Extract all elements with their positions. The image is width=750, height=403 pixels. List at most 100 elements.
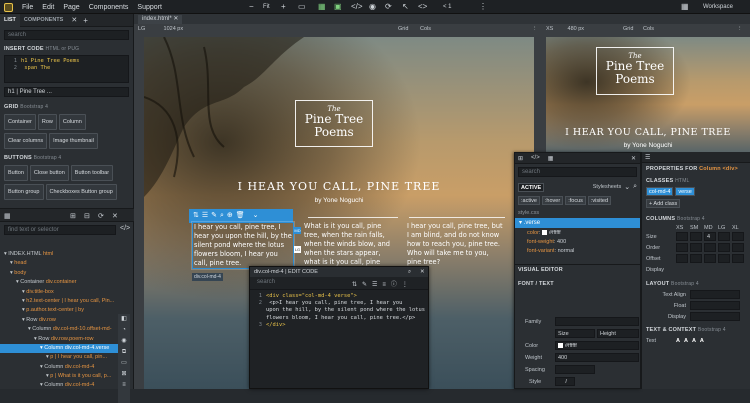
prop-color[interactable]: color: #ffffff <box>527 229 640 238</box>
size-lg[interactable] <box>718 232 730 241</box>
file-tab-close-icon[interactable]: ✕ <box>173 16 178 22</box>
code-editor[interactable]: 1 <div class="col-md-4 verse"> 2 <p>I hea… <box>250 290 428 332</box>
menu-edit[interactable]: Edit <box>42 4 54 11</box>
prop-font-variant[interactable]: font-variant: normal <box>527 247 640 256</box>
refresh-icon[interactable]: ⟳ <box>385 2 392 12</box>
state-hover[interactable]: :hover <box>541 196 564 205</box>
close-tab-icon[interactable]: ✕ <box>71 16 77 24</box>
offset-md[interactable] <box>704 254 716 263</box>
resize-handle-lg[interactable]: LG <box>294 246 301 253</box>
order-xs[interactable] <box>676 243 688 252</box>
size-xs[interactable] <box>676 232 688 241</box>
tree-item[interactable]: ▾ p | What is it you call, p... <box>0 372 118 381</box>
code-search-input[interactable]: search <box>254 278 344 288</box>
text-style-icons[interactable]: AAAA <box>676 338 708 344</box>
tool-copy-icon[interactable]: ⧉ <box>118 347 130 358</box>
tree-item[interactable]: ▾ Container div.container <box>0 278 118 287</box>
state-visited[interactable]: :visited <box>587 196 612 205</box>
style-tab-layout-icon[interactable]: ⊞ <box>518 155 523 162</box>
add-class-button[interactable]: + Add class <box>646 199 681 208</box>
offset-xl[interactable] <box>732 254 744 263</box>
code-tools-icons[interactable]: ⇅✎☰≡ⓘ⋮ <box>352 279 413 288</box>
tree-menu-icon[interactable]: ▦ <box>4 212 11 220</box>
insert-code-snippet[interactable]: h1 | Pine Tree ... <box>4 87 129 97</box>
workspace-label[interactable]: Workspace <box>703 2 733 12</box>
float-field[interactable] <box>690 301 740 310</box>
style-search-icon[interactable]: ⌕ <box>633 183 637 191</box>
button-group-button[interactable]: Button group <box>4 184 44 200</box>
tool-delete-icon[interactable]: ⊠ <box>118 369 130 380</box>
order-xl[interactable] <box>732 243 744 252</box>
tree-search-input[interactable]: find text or selector <box>4 225 116 235</box>
insert-code-editor[interactable]: 1 h1 Pine Tree Poems 2 span The <box>4 55 129 83</box>
class-col-md-4[interactable]: col-md-4 <box>646 187 674 196</box>
tree-collapse-icon[interactable]: ⊟ <box>84 212 90 220</box>
zoom-level[interactable]: Fit <box>263 2 270 12</box>
verse-1[interactable]: I hear you call, pine tree, I hear you u… <box>191 221 295 270</box>
size-md[interactable]: 4 <box>704 232 716 241</box>
tree-item[interactable]: ▾ h2.text-center | I hear you call, Pin.… <box>0 297 118 306</box>
lg-view-menu-icon[interactable]: ⋮ <box>532 26 538 35</box>
add-tab-icon[interactable]: + <box>83 16 88 25</box>
tool-more-icon[interactable]: ≡ <box>118 380 130 391</box>
tree-item[interactable]: ▾ Row div.row <box>0 316 118 325</box>
prop-font-weight[interactable]: font-weight: 400 <box>527 238 640 247</box>
tree-item[interactable]: ▾ INDEX.HTML html <box>0 250 118 259</box>
color-field[interactable]: #ffffff <box>555 341 639 350</box>
workspace-icon[interactable]: ▦ <box>681 2 689 12</box>
image-thumbnail-button[interactable]: Image thumbnail <box>49 133 98 149</box>
tree-item[interactable]: ▾ p | I hear you call, pin... <box>0 353 118 362</box>
close-button-button[interactable]: Close button <box>29 165 69 181</box>
menu-page[interactable]: Page <box>63 4 79 11</box>
tool-lock-icon[interactable]: ◔ <box>118 325 130 336</box>
tree-select-icon[interactable]: ⊞ <box>70 212 76 220</box>
state-focus[interactable]: :focus <box>565 196 586 205</box>
button-button[interactable]: Button <box>4 165 28 181</box>
stylesheets-dropdown-icon[interactable]: ⌄ <box>624 183 630 191</box>
text-align-field[interactable] <box>690 290 740 299</box>
resize-handle-md[interactable]: MD <box>294 227 301 234</box>
props-menu-icon[interactable]: ☰ <box>645 154 650 161</box>
size-field[interactable]: Size <box>555 329 595 338</box>
tab-list[interactable]: LIST <box>0 13 20 27</box>
row-button[interactable]: Row <box>37 114 57 130</box>
file-tab[interactable]: index.html* ✕ <box>138 15 183 24</box>
menu-file[interactable]: File <box>22 4 33 11</box>
state-active[interactable]: :active <box>518 196 540 205</box>
class-verse[interactable]: verse <box>675 187 695 196</box>
lg-cols-toggle[interactable]: Cols <box>420 26 431 35</box>
display-field[interactable] <box>690 312 740 321</box>
tree-item[interactable]: ▾ p.author.text-center | by <box>0 306 118 315</box>
stylesheets-select[interactable]: Stylesheets <box>593 184 621 190</box>
order-md[interactable] <box>704 243 716 252</box>
style-italic-field[interactable]: I <box>555 377 575 386</box>
preview-icon[interactable]: ◉ <box>369 2 376 12</box>
button-toolbar-button[interactable]: Button toolbar <box>70 165 114 181</box>
tool-pin-icon[interactable]: ◧ <box>118 314 130 325</box>
offset-xs[interactable] <box>676 254 688 263</box>
tree-item[interactable]: ▾ Column div.col-md-4 <box>0 363 118 372</box>
spacing-field[interactable] <box>555 365 595 374</box>
height-field[interactable]: Height <box>597 329 639 338</box>
design-view-icon[interactable]: ▣ <box>334 2 342 12</box>
style-tab-code-icon[interactable]: </> <box>531 155 540 161</box>
pointer-icon[interactable]: ↖ <box>402 2 409 12</box>
tree-item[interactable]: ▾ head <box>0 259 118 268</box>
tree-item-selected[interactable]: ▾ Column div.col-md-4.verse <box>0 343 118 354</box>
rule-verse[interactable]: ▾ .verse <box>515 218 640 228</box>
code-toggle-icon[interactable]: <> <box>418 2 427 12</box>
lg-size-select[interactable]: LG <box>138 26 162 32</box>
element-toolbar-icons[interactable]: ⇅☰✎⌕⊕🗑 ⌄ <box>193 211 262 220</box>
style-search-input[interactable]: search <box>518 167 637 177</box>
components-search-input[interactable]: search <box>4 30 129 40</box>
responsive-icon[interactable]: ▭ <box>298 2 306 12</box>
zoom-out-icon[interactable]: − <box>249 2 254 12</box>
tree-item[interactable]: ▾ Column div.col-md-10.offset-md- <box>0 325 118 334</box>
menu-support[interactable]: Support <box>137 4 162 11</box>
undo-counter[interactable]: < 1 <box>443 2 452 12</box>
pinegrow-logo-icon[interactable] <box>4 2 13 12</box>
style-pin-icon[interactable]: ✕ <box>631 155 636 162</box>
code-view-icon[interactable]: </> <box>351 2 363 12</box>
tool-move-icon[interactable]: ▭ <box>118 358 130 369</box>
lg-grid-toggle[interactable]: Grid <box>398 26 408 35</box>
